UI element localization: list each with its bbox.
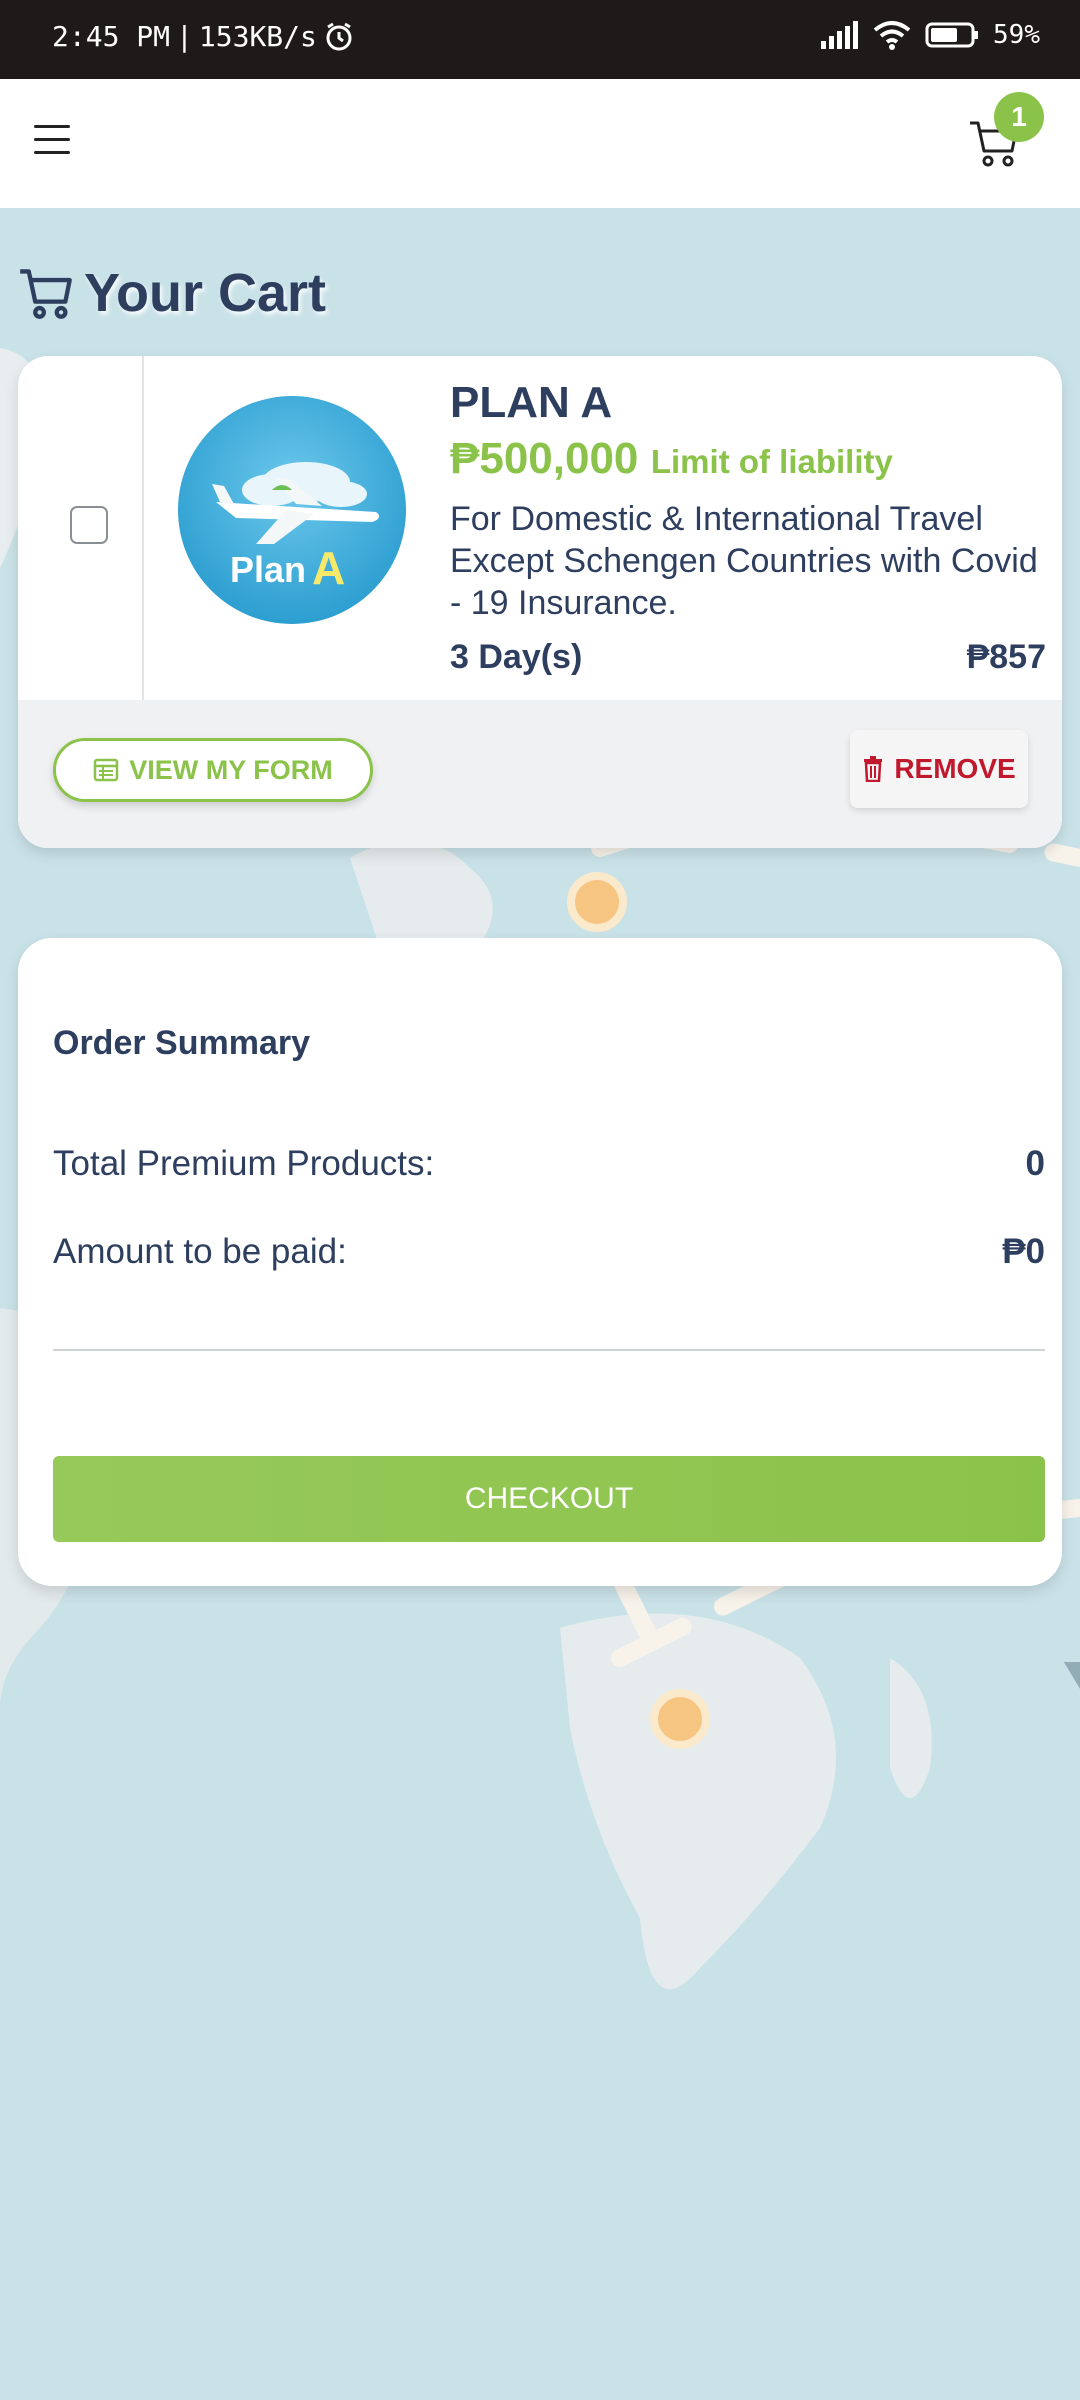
cart-count-badge[interactable]: 1	[994, 92, 1044, 142]
select-item-checkbox[interactable]	[70, 506, 108, 544]
summary-label: Total Premium Products:	[53, 1144, 435, 1183]
summary-divider	[53, 1349, 1045, 1351]
plan-duration-price: 3 Day(s) ₱857	[450, 638, 1046, 677]
order-summary-card: Order Summary Total Premium Products: 0 …	[18, 938, 1062, 1586]
plan-image-letter: A	[312, 542, 345, 594]
page-title-text: Your Cart	[84, 263, 327, 323]
plan-duration: 3 Day(s)	[450, 638, 583, 676]
battery-percent: 59%	[993, 20, 1040, 50]
amount-to-be-paid-row: Amount to be paid: ₱0	[53, 1232, 1045, 1272]
order-summary-title: Order Summary	[53, 1024, 310, 1062]
cart-title-icon	[20, 269, 72, 319]
select-column	[18, 356, 144, 700]
alarm-icon	[326, 22, 352, 50]
limit-label: Limit of liability	[650, 443, 893, 480]
plan-name: PLAN A	[450, 378, 613, 427]
trash-icon	[864, 756, 883, 782]
form-icon	[93, 758, 119, 782]
status-network-speed: 153KB/s	[198, 20, 317, 53]
plan-price: ₱857	[966, 638, 1046, 676]
limit-amount: ₱500,000	[450, 434, 639, 483]
cart-item-card: Plan A PLAN A ₱500,000 Limit of liabilit…	[18, 356, 1062, 848]
plan-a-image: Plan A	[178, 396, 406, 624]
cart-item-details: Plan A PLAN A ₱500,000 Limit of liabilit…	[18, 356, 1062, 700]
remove-label: REMOVE	[894, 753, 1016, 784]
wifi-icon	[873, 21, 911, 50]
battery-icon	[925, 22, 979, 48]
page-title: Your Cart	[18, 262, 326, 324]
checkout-button[interactable]: CHECKOUT	[53, 1456, 1045, 1542]
remove-button[interactable]: REMOVE	[850, 730, 1028, 808]
plan-limit: ₱500,000 Limit of liability	[450, 434, 1046, 484]
hamburger-menu-icon[interactable]	[34, 125, 70, 157]
plan-image-label: Plan	[230, 549, 306, 590]
view-my-form-label: VIEW MY FORM	[129, 754, 333, 785]
summary-value: ₱0	[1002, 1232, 1045, 1271]
svg-text:Y: Y	[1062, 1639, 1080, 1762]
summary-value: 0	[1025, 1144, 1045, 1183]
app-header: 1	[0, 79, 1080, 208]
view-my-form-button[interactable]: VIEW MY FORM	[53, 738, 373, 802]
status-time: 2:45 PM	[52, 20, 171, 53]
status-separator: |	[176, 20, 193, 53]
plan-description: For Domestic & International Travel Exce…	[450, 500, 1038, 622]
cart-item-actions: VIEW MY FORM REMOVE	[18, 700, 1062, 848]
total-premium-products-row: Total Premium Products: 0	[53, 1144, 1045, 1184]
summary-label: Amount to be paid:	[53, 1232, 347, 1271]
signal-icon	[821, 21, 859, 49]
status-bar: 2:45 PM | 153KB/s 59%	[0, 0, 1080, 79]
plan-info: PLAN A ₱500,000 Limit of liability For D…	[450, 366, 1046, 624]
